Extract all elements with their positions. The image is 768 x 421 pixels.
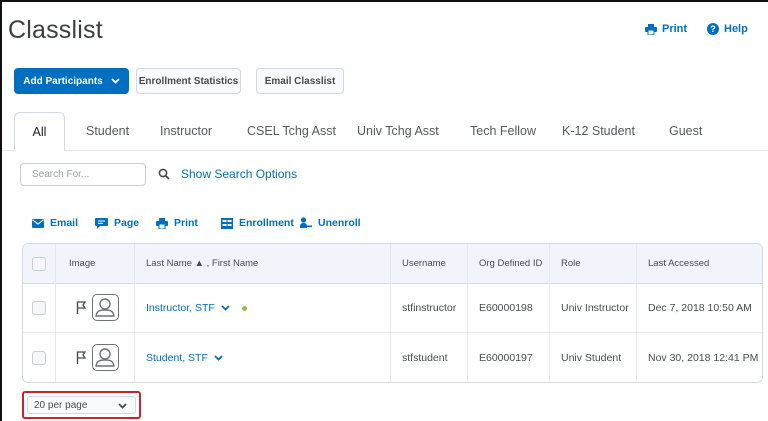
username-cell: stfinstructor bbox=[402, 302, 457, 314]
page-size-select[interactable]: 20 per page bbox=[27, 396, 136, 414]
header-image: Image bbox=[69, 258, 96, 269]
enrollment-statistics-button[interactable]: Enrollment Statistics bbox=[136, 68, 241, 94]
row-checkbox[interactable] bbox=[32, 301, 46, 315]
print-action-label: Print bbox=[174, 217, 198, 229]
user-placeholder-icon bbox=[95, 348, 115, 367]
name-cell: Instructor, STF bbox=[146, 302, 247, 314]
name-cell: Student, STF bbox=[146, 352, 223, 364]
header-username[interactable]: Username bbox=[402, 258, 446, 269]
chevron-down-icon bbox=[118, 403, 127, 409]
select-all-checkbox[interactable] bbox=[32, 257, 46, 271]
enrollment-action-label: Enrollment bbox=[239, 217, 294, 229]
flag-icon[interactable] bbox=[76, 301, 87, 314]
print-link[interactable]: Print bbox=[645, 23, 687, 35]
search-button[interactable] bbox=[155, 165, 173, 183]
user-placeholder-icon bbox=[95, 298, 115, 317]
avatar[interactable] bbox=[92, 294, 119, 321]
print-action[interactable]: Print bbox=[156, 217, 198, 229]
search-icon bbox=[158, 168, 170, 180]
table-row: Instructor, STF stfinstructor E60000198 … bbox=[23, 284, 762, 333]
header-last-accessed[interactable]: Last Accessed bbox=[648, 258, 709, 269]
tab-all[interactable]: All bbox=[14, 112, 65, 151]
role-cell: Univ Student bbox=[561, 352, 622, 364]
page-size-value: 20 per page bbox=[34, 400, 88, 411]
chevron-down-icon[interactable] bbox=[221, 305, 230, 311]
tab-tech-fellow[interactable]: Tech Fellow bbox=[470, 124, 536, 138]
user-name-link[interactable]: Student, STF bbox=[146, 352, 208, 364]
show-search-options-link[interactable]: Show Search Options bbox=[181, 167, 297, 181]
unenroll-action-label: Unenroll bbox=[318, 217, 361, 229]
printer-icon bbox=[156, 217, 168, 229]
envelope-icon bbox=[32, 218, 44, 228]
add-participants-label: Add Participants bbox=[23, 75, 103, 87]
tab-instructor[interactable]: Instructor bbox=[160, 124, 212, 138]
chevron-down-icon bbox=[111, 78, 120, 84]
online-status-dot bbox=[241, 305, 247, 311]
printer-icon bbox=[645, 23, 657, 35]
email-action[interactable]: Email bbox=[32, 217, 78, 229]
svg-text:?: ? bbox=[710, 24, 716, 34]
chat-icon bbox=[95, 217, 108, 229]
role-cell: Univ Instructor bbox=[561, 302, 629, 314]
help-circle-icon: ? bbox=[707, 23, 719, 35]
classlist-table: Image Last Name ▲ , First Name Username … bbox=[22, 243, 763, 383]
tab-univ-tchg-asst[interactable]: Univ Tchg Asst bbox=[357, 124, 439, 138]
last-accessed-cell: Dec 7, 2018 10:50 AM bbox=[648, 302, 752, 314]
org-id-cell: E60000197 bbox=[479, 352, 533, 364]
tab-k12-student[interactable]: K-12 Student bbox=[562, 124, 635, 138]
email-action-label: Email bbox=[50, 217, 79, 229]
page-title: Classlist bbox=[8, 16, 103, 44]
page-action[interactable]: Page bbox=[95, 217, 139, 229]
avatar[interactable] bbox=[92, 344, 119, 371]
header-role[interactable]: Role bbox=[561, 258, 581, 269]
print-link-label: Print bbox=[662, 23, 688, 35]
help-link-label: Help bbox=[724, 23, 748, 35]
last-accessed-cell: Nov 30, 2018 12:41 PM bbox=[648, 352, 759, 364]
tab-student[interactable]: Student bbox=[86, 124, 129, 138]
user-name-link[interactable]: Instructor, STF bbox=[146, 302, 215, 314]
page-action-label: Page bbox=[114, 217, 140, 229]
help-link[interactable]: ? Help bbox=[707, 23, 748, 35]
add-participants-button[interactable]: Add Participants bbox=[14, 68, 129, 94]
unenroll-action[interactable]: Unenroll bbox=[300, 217, 361, 229]
row-checkbox[interactable] bbox=[32, 351, 46, 365]
tabs-divider bbox=[2, 150, 768, 151]
flag-icon[interactable] bbox=[76, 351, 87, 364]
email-classlist-button[interactable]: Email Classlist bbox=[256, 68, 344, 94]
header-name-sort[interactable]: Last Name ▲ , First Name bbox=[146, 258, 258, 269]
tab-csel-tchg-asst[interactable]: CSEL Tchg Asst bbox=[247, 124, 336, 138]
org-id-cell: E60000198 bbox=[479, 302, 533, 314]
username-cell: stfstudent bbox=[402, 352, 448, 364]
unenroll-icon bbox=[300, 217, 312, 228]
enrollment-icon bbox=[221, 217, 233, 229]
search-input[interactable]: Search For... bbox=[20, 163, 146, 186]
table-row: Student, STF stfstudent E60000197 Univ S… bbox=[23, 334, 762, 382]
page-size-highlight: 20 per page bbox=[22, 391, 141, 419]
enrollment-action[interactable]: Enrollment bbox=[221, 217, 294, 229]
tab-guest[interactable]: Guest bbox=[669, 124, 702, 138]
chevron-down-icon[interactable] bbox=[214, 355, 223, 361]
header-org-defined-id[interactable]: Org Defined ID bbox=[479, 258, 542, 269]
